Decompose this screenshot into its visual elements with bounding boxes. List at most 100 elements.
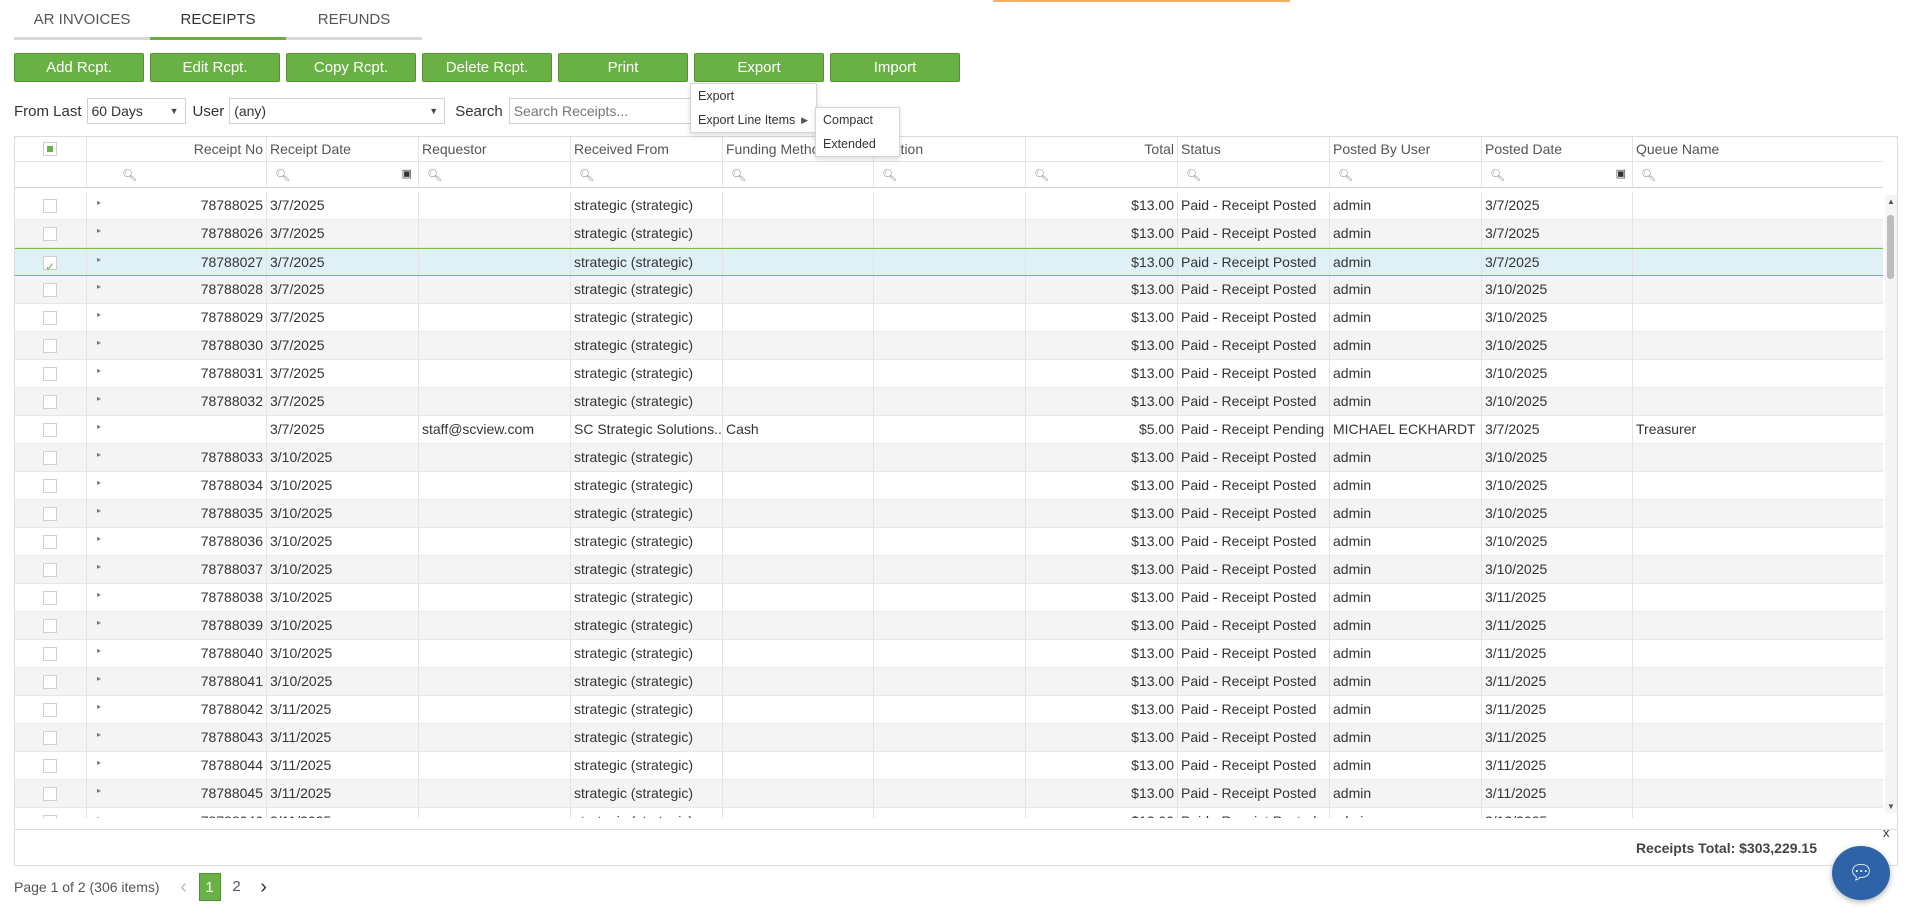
table-row[interactable]: ▸ 78788034 3/10/2025 strategic (strategic) $… bbox=[15, 472, 1883, 500]
table-row[interactable]: ▸ 78788041 3/10/2025 strategic (strategic) $… bbox=[15, 668, 1883, 696]
tab-refunds[interactable]: REFUNDS bbox=[286, 0, 422, 40]
calendar-icon[interactable]: ▣ bbox=[1616, 161, 1626, 187]
col-total[interactable]: Total bbox=[1026, 137, 1178, 161]
filter-posted-date[interactable]: 🔍︎ ▣ bbox=[1482, 161, 1633, 187]
row-checkbox[interactable] bbox=[43, 675, 57, 689]
table-row[interactable]: ▸ 78788044 3/11/2025 strategic (strategic) $… bbox=[15, 752, 1883, 780]
table-row[interactable]: ▸ 78788031 3/7/2025 strategic (strategic) $1… bbox=[15, 360, 1883, 388]
export-button[interactable]: Export bbox=[694, 53, 824, 82]
row-checkbox[interactable] bbox=[43, 339, 57, 353]
receipt-no-cell[interactable]: 78788037 bbox=[87, 556, 267, 583]
row-checkbox[interactable] bbox=[43, 479, 57, 493]
receipt-no-cell[interactable]: 78788043 bbox=[87, 724, 267, 751]
row-checkbox[interactable] bbox=[43, 395, 57, 409]
page-button-1[interactable]: 1 bbox=[198, 873, 221, 901]
col-status[interactable]: Status bbox=[1178, 137, 1330, 161]
receipt-no-cell[interactable]: 78788036 bbox=[87, 528, 267, 555]
row-checkbox[interactable] bbox=[43, 199, 57, 213]
filter-requestor[interactable]: 🔍︎ bbox=[419, 161, 571, 187]
table-row[interactable]: ▸ 78788037 3/10/2025 strategic (strategic) $… bbox=[15, 556, 1883, 584]
row-checkbox[interactable] bbox=[43, 423, 57, 437]
receipt-no-cell[interactable]: 78788027 bbox=[87, 249, 267, 275]
receipt-no-cell[interactable]: 78788046 bbox=[87, 808, 267, 818]
filter-total[interactable]: 🔍︎ bbox=[1026, 161, 1178, 187]
filter-queue-name[interactable]: 🔍︎ bbox=[1633, 161, 1883, 187]
receipt-no-cell[interactable]: 78788032 bbox=[87, 388, 267, 415]
delete-receipt-button[interactable]: Delete Rcpt. bbox=[422, 53, 552, 82]
filter-receipt-date[interactable]: 🔍︎ ▣ bbox=[267, 161, 419, 187]
receipt-no-cell[interactable]: 78788034 bbox=[87, 472, 267, 499]
menu-item-export[interactable]: Export bbox=[691, 84, 816, 108]
col-posted-date[interactable]: Posted Date bbox=[1482, 137, 1633, 161]
receipt-no-cell[interactable]: 78788031 bbox=[87, 360, 267, 387]
table-row[interactable]: ▸ 78788040 3/10/2025 strategic (strategic) $… bbox=[15, 640, 1883, 668]
table-row[interactable]: ▸787880273/7/2025strategic (strategic)$1… bbox=[15, 248, 1883, 276]
row-checkbox[interactable] bbox=[43, 815, 57, 818]
table-row[interactable]: ▸ 78788045 3/11/2025 strategic (strategic) $… bbox=[15, 780, 1883, 808]
receipt-no-cell[interactable]: 78788029 bbox=[87, 304, 267, 331]
row-checkbox[interactable] bbox=[43, 451, 57, 465]
receipt-no-cell[interactable]: 78788025 bbox=[87, 192, 267, 219]
scroll-thumb[interactable] bbox=[1887, 215, 1894, 279]
col-received-from[interactable]: Received From bbox=[571, 137, 723, 161]
filter-receipt-no[interactable]: 🔍︎ bbox=[87, 161, 267, 187]
close-icon[interactable]: x bbox=[1883, 825, 1890, 840]
next-page-icon[interactable]: › bbox=[254, 876, 274, 899]
col-requestor[interactable]: Requestor bbox=[419, 137, 571, 161]
chat-icon[interactable]: 💬︎ bbox=[1832, 846, 1890, 900]
calendar-icon[interactable]: ▣ bbox=[402, 161, 412, 187]
row-checkbox[interactable] bbox=[43, 535, 57, 549]
receipt-no-cell[interactable]: 78788026 bbox=[87, 220, 267, 247]
print-button[interactable]: Print bbox=[558, 53, 688, 82]
page-button-2[interactable]: 2 bbox=[226, 873, 248, 901]
menu-item-compact[interactable]: Compact bbox=[816, 108, 899, 132]
receipt-no-cell[interactable]: 78788039 bbox=[87, 612, 267, 639]
filter-posted-by-user[interactable]: 🔍︎ bbox=[1330, 161, 1482, 187]
table-row[interactable]: ▸ 78788035 3/10/2025 strategic (strategic) $… bbox=[15, 500, 1883, 528]
select-all-checkbox[interactable] bbox=[43, 142, 57, 156]
row-checkbox[interactable] bbox=[43, 227, 57, 241]
filter-status[interactable]: 🔍︎ bbox=[1178, 161, 1330, 187]
table-row[interactable]: ▸ 78788030 3/7/2025 strategic (strategic) $1… bbox=[15, 332, 1883, 360]
table-row[interactable]: ▸ 78788038 3/10/2025 strategic (strategic) $… bbox=[15, 584, 1883, 612]
receipt-no-cell[interactable]: 78788033 bbox=[87, 444, 267, 471]
row-checkbox[interactable] bbox=[43, 254, 57, 275]
table-row[interactable]: ▸ 78788039 3/10/2025 strategic (strategic) $… bbox=[15, 612, 1883, 640]
filter-description[interactable]: 🔍︎ bbox=[874, 161, 1026, 187]
filter-received-from[interactable]: 🔍︎ bbox=[571, 161, 723, 187]
table-row[interactable]: ▸ 78788036 3/10/2025 strategic (strategic) $… bbox=[15, 528, 1883, 556]
menu-item-extended[interactable]: Extended bbox=[816, 132, 899, 156]
receipt-no-cell[interactable]: 78788041 bbox=[87, 668, 267, 695]
table-row[interactable]: ▸ 78788042 3/11/2025 strategic (strategic) $… bbox=[15, 696, 1883, 724]
copy-receipt-button[interactable]: Copy Rcpt. bbox=[286, 53, 416, 82]
add-receipt-button[interactable]: Add Rcpt. bbox=[14, 53, 144, 82]
col-posted-by-user[interactable]: Posted By User bbox=[1330, 137, 1482, 161]
col-receipt-no[interactable]: Receipt No bbox=[105, 137, 267, 161]
row-checkbox[interactable] bbox=[43, 591, 57, 605]
menu-item-export-line-items[interactable]: Export Line Items ▶ bbox=[691, 108, 816, 132]
from-last-select[interactable]: 60 Days ▼ bbox=[86, 98, 186, 124]
row-checkbox[interactable] bbox=[43, 703, 57, 717]
filter-funding-method[interactable]: 🔍︎ bbox=[723, 161, 874, 187]
receipt-no-cell[interactable]: 78788045 bbox=[87, 780, 267, 807]
scroll-down-icon[interactable]: ▼ bbox=[1887, 802, 1895, 811]
import-button[interactable]: Import bbox=[830, 53, 960, 82]
tab-receipts[interactable]: RECEIPTS bbox=[150, 0, 286, 40]
row-checkbox[interactable] bbox=[43, 619, 57, 633]
prev-page-icon[interactable]: ‹ bbox=[174, 876, 194, 899]
table-row[interactable]: ▸ 78788032 3/7/2025 strategic (strategic) $1… bbox=[15, 388, 1883, 416]
edit-receipt-button[interactable]: Edit Rcpt. bbox=[150, 53, 280, 82]
table-row[interactable]: ▸ 78788025 3/7/2025 strategic (strategic) $1… bbox=[15, 192, 1883, 220]
row-checkbox[interactable] bbox=[43, 507, 57, 521]
row-checkbox[interactable] bbox=[43, 283, 57, 297]
receipt-no-cell[interactable]: 78788030 bbox=[87, 332, 267, 359]
col-receipt-date[interactable]: Receipt Date bbox=[267, 137, 419, 161]
row-checkbox[interactable] bbox=[43, 563, 57, 577]
table-row[interactable]: ▸ 78788026 3/7/2025 strategic (strategic) $1… bbox=[15, 220, 1883, 248]
table-row[interactable]: ▸787880463/11/2025strategic (strategic)$… bbox=[15, 808, 1883, 818]
scroll-up-icon[interactable]: ▲ bbox=[1887, 197, 1895, 206]
row-checkbox[interactable] bbox=[43, 731, 57, 745]
table-row[interactable]: ▸ 78788033 3/10/2025 strategic (strategic) $… bbox=[15, 444, 1883, 472]
receipt-no-cell[interactable]: 78788035 bbox=[87, 500, 267, 527]
row-checkbox[interactable] bbox=[43, 787, 57, 801]
